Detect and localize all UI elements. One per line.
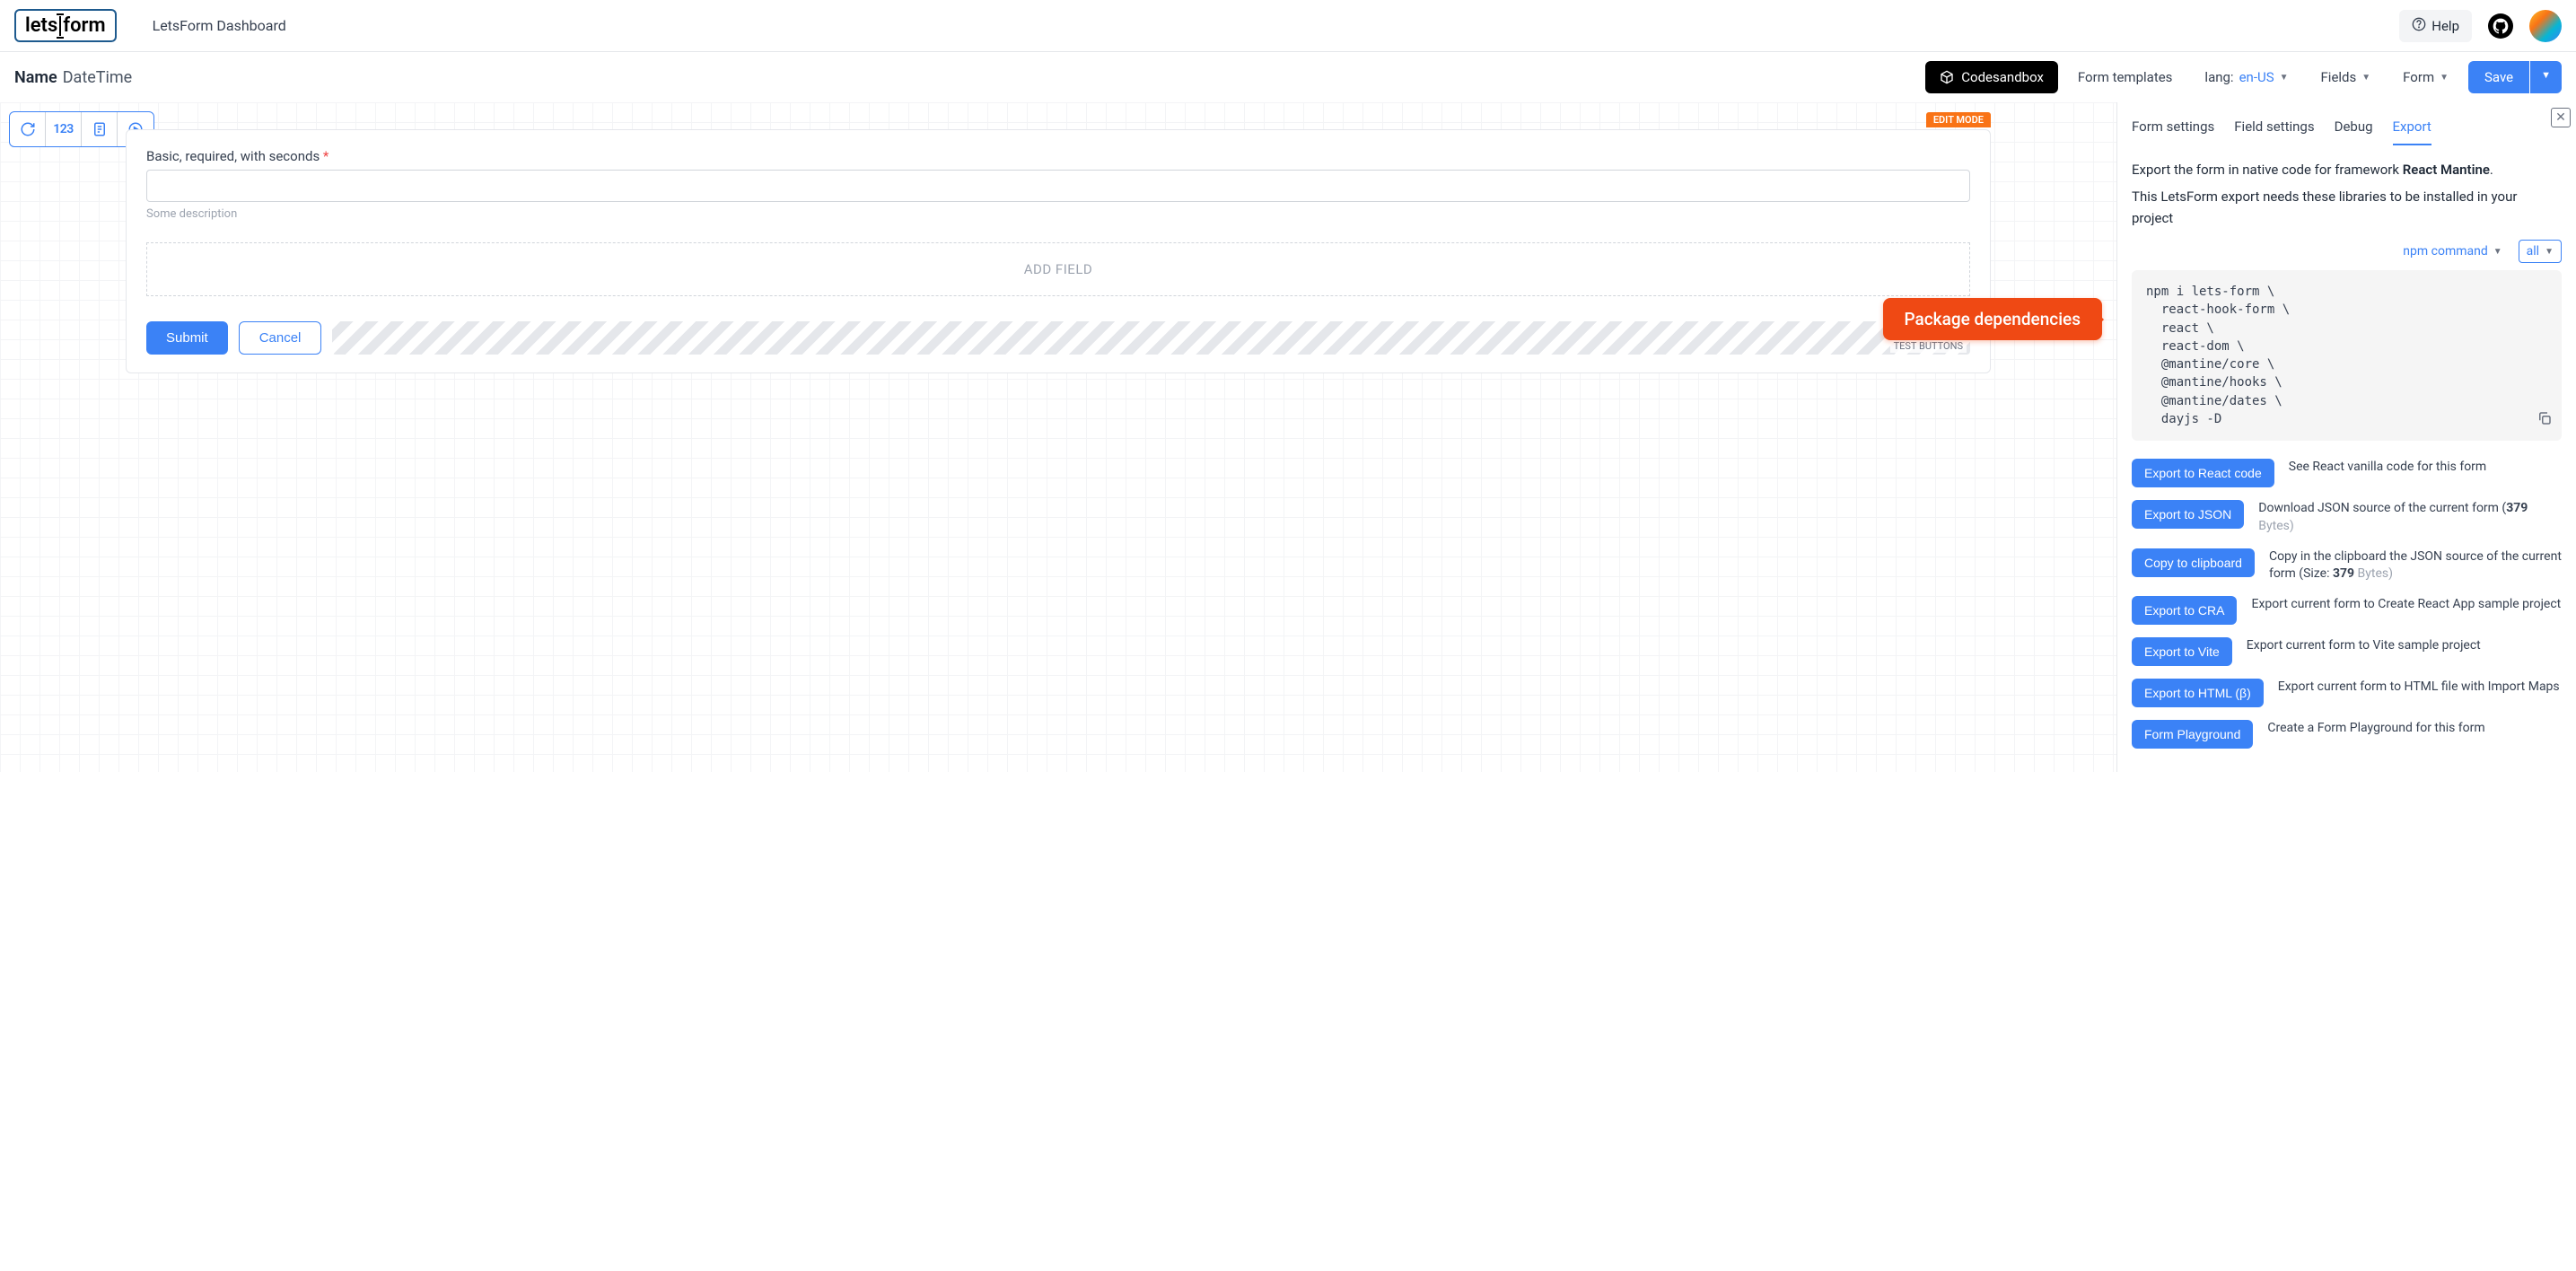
install-code-block[interactable]: npm i lets-form \ react-hook-form \ reac…: [2132, 270, 2562, 441]
form-card: EDIT MODE Basic, required, with seconds …: [126, 129, 1991, 373]
export-row: Copy to clipboard Copy in the clipboard t…: [2132, 548, 2562, 583]
codesandbox-label: Codesandbox: [1961, 69, 2044, 85]
export-action-button[interactable]: Form Playground: [2132, 720, 2253, 749]
form-field[interactable]: Basic, required, with seconds * Some des…: [146, 148, 1970, 221]
logo-form: form: [63, 14, 105, 37]
export-action-description: Copy in the clipboard the JSON source of…: [2269, 548, 2562, 583]
export-row: Export to Vite Export current form to Vit…: [2132, 637, 2562, 666]
save-button[interactable]: Save: [2468, 61, 2529, 93]
form-name-section: Name DateTime: [14, 68, 132, 87]
form-buttons-row: Submit Cancel TEST BUTTONS: [146, 321, 1970, 355]
export-row: Export to CRA Export current form to Crea…: [2132, 596, 2562, 625]
save-dropdown[interactable]: ▼: [2530, 61, 2562, 93]
app-header: lets form LetsForm Dashboard Help: [0, 0, 2576, 52]
side-panel: ✕ Form settings Field settings Debug Exp…: [2116, 102, 2576, 772]
tab-export[interactable]: Export: [2393, 113, 2431, 145]
help-button[interactable]: Help: [2399, 10, 2472, 42]
codesandbox-button[interactable]: Codesandbox: [1925, 61, 2058, 93]
refresh-tool[interactable]: [10, 112, 46, 146]
close-icon: ✕: [2555, 110, 2566, 125]
edit-mode-badge: EDIT MODE: [1926, 112, 1991, 127]
export-action-description: Export current form to HTML file with Im…: [2278, 679, 2560, 697]
export-row: Export to React code See React vanilla co…: [2132, 459, 2562, 487]
name-label: Name: [14, 68, 57, 87]
test-buttons-badge: TEST BUTTONS: [1890, 339, 1967, 353]
cancel-button[interactable]: Cancel: [239, 321, 322, 355]
required-star-icon: *: [323, 148, 329, 164]
main-layout: 123 EDIT MODE Basic, required, with seco…: [0, 102, 2576, 772]
export-row: Form Playground Create a Form Playground …: [2132, 720, 2562, 749]
canvas: 123 EDIT MODE Basic, required, with seco…: [0, 102, 2116, 772]
toolbar: Name DateTime Codesandbox Form templates…: [0, 52, 2576, 102]
export-action-button[interactable]: Export to React code: [2132, 459, 2274, 487]
copy-icon: [2537, 410, 2553, 426]
buttons-placeholder: TEST BUTTONS: [332, 321, 1970, 355]
field-hint: Some description: [146, 207, 1970, 221]
field-label: Basic, required, with seconds *: [146, 148, 1970, 164]
chevron-down-icon: ▼: [2361, 73, 2370, 83]
export-action-button[interactable]: Export to JSON: [2132, 500, 2244, 529]
export-action-button[interactable]: Copy to clipboard: [2132, 548, 2255, 577]
chevron-down-icon: ▼: [2280, 73, 2289, 83]
panel-tabs: Form settings Field settings Debug Expor…: [2132, 113, 2562, 146]
export-description: Export the form in native code for frame…: [2132, 159, 2562, 180]
user-avatar[interactable]: [2529, 10, 2562, 42]
number-tool[interactable]: 123: [46, 112, 82, 146]
export-action-description: Download JSON source of the current form…: [2258, 500, 2562, 535]
cursor-icon: [59, 16, 61, 36]
chevron-down-icon: ▼: [2440, 73, 2449, 83]
refresh-icon: [20, 121, 36, 137]
copy-code-button[interactable]: [2537, 410, 2553, 432]
export-action-button[interactable]: Export to Vite: [2132, 637, 2232, 666]
form-dropdown[interactable]: Form ▼: [2390, 61, 2461, 93]
submit-button[interactable]: Submit: [146, 321, 228, 355]
export-action-description: See React vanilla code for this form: [2289, 459, 2486, 477]
github-icon: [2492, 17, 2510, 35]
datetime-input[interactable]: [146, 170, 1970, 202]
export-action-description: Create a Form Playground for this form: [2267, 720, 2484, 738]
export-action-button[interactable]: Export to CRA: [2132, 596, 2237, 625]
close-panel-button[interactable]: ✕: [2551, 108, 2571, 127]
export-actions: Export to React code See React vanilla co…: [2132, 459, 2562, 748]
dashboard-title: LetsForm Dashboard: [153, 17, 286, 34]
tab-form-settings[interactable]: Form settings: [2132, 113, 2214, 145]
cube-icon: [1940, 70, 1954, 84]
help-icon: [2412, 17, 2426, 35]
fields-dropdown[interactable]: Fields ▼: [2309, 61, 2384, 93]
all-selector[interactable]: all ▼: [2519, 240, 2562, 263]
add-field-button[interactable]: ADD FIELD: [146, 242, 1970, 296]
name-value: DateTime: [63, 68, 132, 87]
document-icon: [92, 121, 108, 137]
export-libs-note: This LetsForm export needs these librari…: [2132, 186, 2562, 229]
export-row: Export to HTML (β) Export current form to…: [2132, 679, 2562, 707]
npm-command-selector[interactable]: npm command ▼: [2396, 240, 2509, 263]
tab-debug[interactable]: Debug: [2335, 113, 2373, 145]
form-templates-link[interactable]: Form templates: [2065, 61, 2186, 93]
tab-field-settings[interactable]: Field settings: [2234, 113, 2314, 145]
package-deps-callout: Package dependencies: [1883, 298, 2103, 340]
export-action-description: Export current form to Create React App …: [2251, 596, 2561, 614]
lang-selector[interactable]: lang: en-US ▼: [2192, 61, 2300, 93]
logo[interactable]: lets form: [14, 9, 117, 42]
logo-lets: lets: [25, 14, 57, 37]
chevron-down-icon: ▼: [2545, 247, 2554, 257]
export-row: Export to JSON Download JSON source of th…: [2132, 500, 2562, 535]
export-action-button[interactable]: Export to HTML (β): [2132, 679, 2264, 707]
chevron-down-icon: ▼: [2493, 247, 2502, 257]
export-action-description: Export current form to Vite sample proje…: [2247, 637, 2481, 655]
document-tool[interactable]: [82, 112, 118, 146]
help-label: Help: [2431, 18, 2459, 34]
github-link[interactable]: [2488, 13, 2513, 39]
